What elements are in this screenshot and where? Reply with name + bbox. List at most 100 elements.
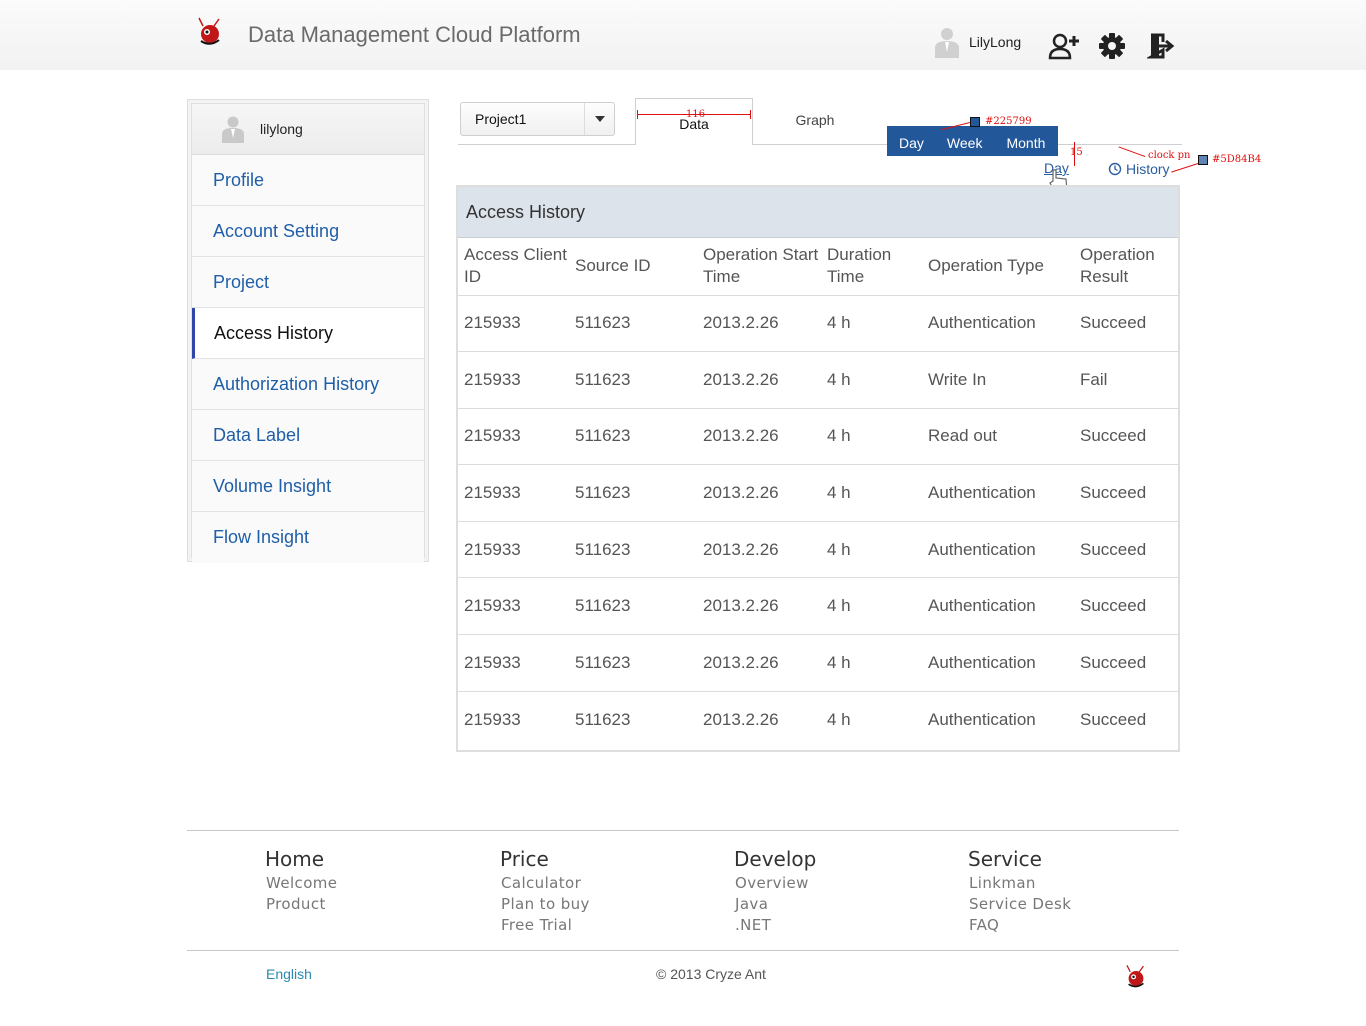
table-cell: 511623 (569, 464, 697, 522)
clock-icon (1108, 162, 1122, 176)
tab-data[interactable]: Data (635, 98, 753, 145)
table-row: 215933 511623 2013.2.26 4 h Authentication Su… (458, 691, 1178, 748)
width-annotation-tick-left (637, 110, 638, 119)
footer-col-service: Service Linkman Service Desk FAQ (968, 847, 1071, 936)
table-cell: Authentication (922, 521, 1074, 579)
column-header: Operation Result (1074, 238, 1178, 296)
table-cell: 511623 (569, 295, 697, 353)
sidebar-user: lilylong (192, 104, 424, 155)
project-select-toggle[interactable] (584, 103, 614, 135)
range-month-button[interactable]: Month (1006, 131, 1045, 151)
range-day-button[interactable]: Day (899, 131, 924, 151)
history-link[interactable]: History (1108, 161, 1170, 177)
user-avatar-icon (935, 28, 959, 58)
column-header: Operation Start Time (697, 238, 821, 296)
access-history-table: Access Client ID Source ID Operation Sta… (458, 238, 1178, 748)
add-user-icon[interactable] (1048, 31, 1080, 61)
table-cell: 2013.2.26 (697, 408, 821, 466)
table-cell: Succeed (1074, 295, 1178, 353)
ant-logo-icon[interactable] (193, 14, 227, 48)
logout-icon[interactable] (1145, 31, 1177, 61)
sidebar-item-profile[interactable]: Profile (192, 155, 424, 206)
sidebar-item-account-setting[interactable]: Account Setting (192, 206, 424, 257)
header-user-name[interactable]: LilyLong (969, 34, 1021, 50)
table-row: 215933 511623 2013.2.26 4 h Authentication Su… (458, 577, 1178, 636)
table-cell: 511623 (569, 521, 697, 579)
table-cell: 215933 (458, 577, 569, 636)
footer-heading[interactable]: Home (265, 847, 337, 871)
table-cell: 215933 (458, 295, 569, 353)
footer-link[interactable]: FAQ (968, 915, 1071, 936)
table-cell: 511623 (569, 577, 697, 636)
table-cell: 4 h (821, 634, 922, 692)
table-row: 215933 511623 2013.2.26 4 h Authentication Su… (458, 521, 1178, 579)
footer-divider-bottom (187, 950, 1179, 951)
footer-link[interactable]: Free Trial (500, 915, 590, 936)
table-cell: Succeed (1074, 408, 1178, 466)
table-cell: 215933 (464, 709, 521, 729)
color-annotation-primary: #225799 (985, 116, 1032, 127)
table-cell: Write In (922, 351, 1074, 409)
table-cell: 215933 (458, 408, 569, 466)
table-cell: 2013.2.26 (697, 295, 821, 353)
table-cell: 4 h (821, 521, 922, 579)
table-cell: Authentication (922, 295, 1074, 353)
table-cell: 4 h (821, 464, 922, 522)
copyright-text: © 2013 Cryze Ant (656, 966, 766, 982)
app-title: Data Management Cloud Platform (248, 22, 581, 47)
footer-col-price: Price Calculator Plan to buy Free Trial (500, 847, 590, 936)
sidebar-item-access-history[interactable]: Access History (192, 308, 424, 359)
footer-heading[interactable]: Develop (734, 847, 816, 871)
gear-icon[interactable] (1096, 31, 1128, 61)
project-select[interactable]: Project1 (460, 102, 615, 136)
sidebar-item-project[interactable]: Project (192, 257, 424, 308)
table-cell: Read out (922, 408, 1074, 466)
table-cell: 4 h (821, 408, 922, 466)
footer-col-home: Home Welcome Product (265, 847, 337, 915)
sidebar-item-volume-insight[interactable]: Volume Insight (192, 461, 424, 512)
footer-link[interactable]: Java (734, 894, 816, 915)
footer-heading[interactable]: Price (500, 847, 590, 871)
footer-link[interactable]: Welcome (265, 873, 337, 894)
table-cell: 4 h (821, 577, 922, 636)
history-link-label[interactable]: History (1126, 161, 1170, 177)
user-block[interactable]: LilyLong (934, 26, 1021, 58)
sidebar-item-data-label[interactable]: Data Label (192, 410, 424, 461)
footer-link[interactable]: Product (265, 894, 337, 915)
table-cell: 2013.2.26 (697, 464, 821, 522)
clock-annotation-label: clock pn (1148, 150, 1191, 161)
table-cell: Succeed (1074, 521, 1178, 579)
table-cell: Authentication (928, 709, 1036, 729)
tab-graph[interactable]: Graph (765, 112, 865, 128)
footer-link[interactable]: Linkman (968, 873, 1071, 894)
table-cell: Succeed (1074, 634, 1178, 692)
footer-link[interactable]: .NET (734, 915, 816, 936)
footer-link[interactable]: Overview (734, 873, 816, 894)
footer-link[interactable]: Service Desk (968, 894, 1071, 915)
color-swatch-primary (970, 117, 980, 127)
table-cell: Authentication (922, 577, 1074, 636)
table-cell: 4 h (821, 351, 922, 409)
sidebar-item-authorization-history[interactable]: Authorization History (192, 359, 424, 410)
column-header: Source ID (569, 238, 697, 296)
table-row: 215933 511623 2013.2.26 4 h Authentication Su… (458, 295, 1178, 353)
sidebar: lilylong Profile Account Setting Project… (187, 99, 429, 563)
table-cell: Succeed (1074, 577, 1178, 636)
sidebar-item-flow-insight[interactable]: Flow Insight (192, 512, 424, 563)
table-cell: 215933 (458, 521, 569, 579)
table-cell: 511623 (569, 408, 697, 466)
language-link[interactable]: English (266, 966, 312, 982)
column-header: Access Client ID (458, 238, 569, 296)
time-range-group: Day Week Month (887, 126, 1058, 156)
table-cell: 4 h (827, 709, 851, 729)
footer-divider-top (187, 830, 1179, 831)
table-row: 215933 511623 2013.2.26 4 h Authentication Su… (458, 634, 1178, 692)
footer-heading[interactable]: Service (968, 847, 1071, 871)
range-week-button[interactable]: Week (947, 131, 983, 151)
footer-link[interactable]: Calculator (500, 873, 590, 894)
footer-ant-logo-icon (1126, 965, 1144, 988)
table-row: 215933 511623 2013.2.26 4 h Write In Fail (458, 351, 1178, 409)
footer-link[interactable]: Plan to buy (500, 894, 590, 915)
table-cell: 2013.2.26 (697, 521, 821, 579)
footer-col-develop: Develop Overview Java .NET (734, 847, 816, 936)
